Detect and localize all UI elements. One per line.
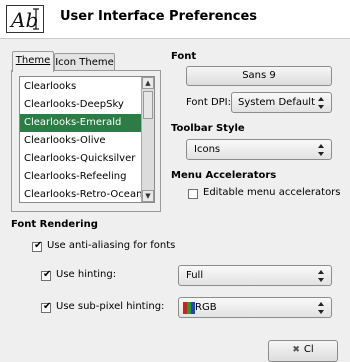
scroll-down-icon[interactable]: ▼ <box>142 190 154 202</box>
font-dpi-combo[interactable]: System Default <box>231 92 332 113</box>
font-button[interactable]: Sans 9 <box>186 66 332 86</box>
subpixel-value: RGB <box>195 302 217 313</box>
scroll-up-icon[interactable]: ▲ <box>142 77 154 89</box>
ab-text-icon: Ab <box>6 5 44 33</box>
check-icon: ✔ <box>43 301 52 312</box>
font-heading: Font <box>171 51 197 62</box>
font-dpi-label: Font DPI: <box>186 97 231 108</box>
font-dpi-label-text: Font DPI: <box>186 97 231 108</box>
combo-arrows-icon <box>318 97 324 109</box>
anti-aliasing-label: Use anti-aliasing for fonts <box>47 240 176 251</box>
tab-theme-label: Theme <box>15 55 51 66</box>
hinting-value: Full <box>186 270 204 281</box>
check-icon: ✔ <box>34 240 43 251</box>
font-rendering-heading: Font Rendering <box>11 219 98 230</box>
check-icon: ✔ <box>43 269 52 280</box>
list-item[interactable]: Clearlooks <box>20 78 141 96</box>
rgb-subpixel-icon <box>183 302 195 314</box>
subpixel-checkbox[interactable]: ✔ <box>41 301 52 313</box>
vertical-scrollbar[interactable]: ▲ ▼ <box>141 77 154 202</box>
combo-arrows-icon <box>318 302 324 314</box>
list-item-selected[interactable]: Clearlooks-Emerald <box>20 114 141 132</box>
toolbar-style-value: Icons <box>194 144 221 155</box>
list-item[interactable]: Clearlooks-Retro-Ocean <box>20 186 141 202</box>
hinting-combo[interactable]: Full <box>178 265 332 286</box>
scroll-thumb[interactable] <box>143 91 153 119</box>
toolbar-style-heading: Toolbar Style <box>171 123 245 134</box>
tab-icon-theme-label: Icon Theme <box>55 57 114 68</box>
menu-accelerators-heading: Menu Accelerators <box>171 170 277 181</box>
list-item[interactable]: Clearlooks-Olive <box>20 132 141 150</box>
font-button-label: Sans 9 <box>242 70 276 81</box>
anti-aliasing-checkbox[interactable]: ✔ <box>32 240 43 252</box>
font-dpi-value: System Default <box>238 97 316 108</box>
close-button[interactable]: ✖ Cl <box>268 340 338 362</box>
editable-accelerators-checkbox[interactable] <box>188 189 198 199</box>
list-item[interactable]: Clearlooks-Refeeling <box>20 168 141 186</box>
editable-accelerators-label: Editable menu accelerators <box>203 187 341 198</box>
tab-icon-theme[interactable]: Icon Theme <box>54 53 115 71</box>
theme-list[interactable]: Clearlooks Clearlooks-DeepSky Clearlooks… <box>19 76 155 203</box>
tab-theme[interactable]: Theme <box>12 51 54 72</box>
list-item[interactable]: Clearlooks-Quicksilver <box>20 150 141 168</box>
list-item[interactable]: Clearlooks-DeepSky <box>20 96 141 114</box>
hinting-checkbox[interactable]: ✔ <box>41 269 52 281</box>
toolbar-style-combo[interactable]: Icons <box>186 139 332 160</box>
combo-arrows-icon <box>318 270 324 282</box>
hinting-label: Use hinting: <box>56 269 117 280</box>
close-icon: ✖ <box>292 345 300 355</box>
subpixel-combo[interactable]: RGB <box>178 297 332 318</box>
subpixel-label: Use sub-pixel hinting: <box>56 301 165 312</box>
combo-arrows-icon <box>318 144 324 156</box>
dialog-title: User Interface Preferences <box>60 9 258 24</box>
